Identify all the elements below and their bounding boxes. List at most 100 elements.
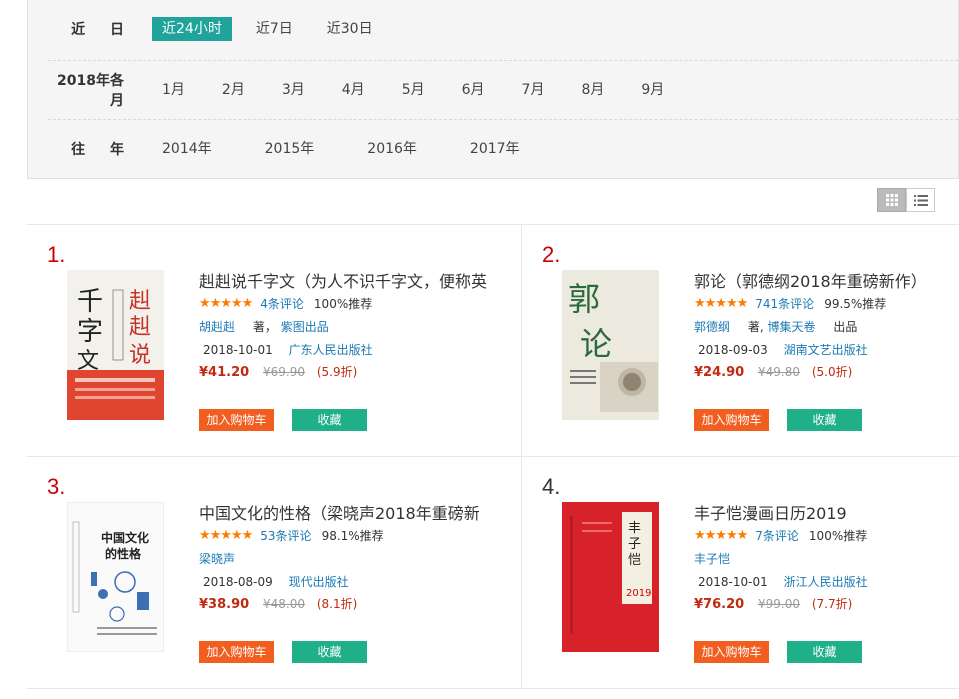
view-toggle — [877, 188, 935, 212]
author-link[interactable]: 丰子恺 — [694, 552, 730, 566]
book-cover-image[interactable]: 郭 论 — [562, 270, 659, 420]
publisher-link[interactable]: 浙江人民出版社 — [784, 575, 868, 589]
add-to-cart-button[interactable]: 加入购物车 — [199, 641, 274, 663]
add-to-cart-button[interactable]: 加入购物车 — [694, 409, 769, 431]
author-link[interactable]: 梁晓声 — [199, 552, 235, 566]
original-price: ¥99.00 — [758, 597, 800, 611]
price-row: ¥38.90 ¥48.00 (8.1折) — [199, 595, 357, 612]
rank-number: 3. — [47, 474, 66, 499]
svg-text:恺: 恺 — [628, 553, 641, 568]
publish-date: 2018-08-09 — [203, 575, 273, 589]
svg-text:的性格: 的性格 — [105, 546, 142, 561]
favorite-button[interactable]: 收藏 — [292, 641, 367, 663]
recommend-rate: 99.5%推荐 — [824, 297, 887, 311]
discount: (5.0折) — [811, 365, 853, 379]
filter-label-months: 2018年各月 — [57, 72, 124, 109]
filter-option-month-9[interactable]: 9月 — [631, 78, 664, 102]
original-price: ¥69.90 — [263, 365, 305, 379]
publisher-link[interactable]: 湖南文艺出版社 — [784, 343, 868, 357]
rating-row: ★★★★★ 4条评论 100%推荐 — [199, 295, 372, 312]
author-row: 郭德纲 著, 博集天卷 出品 — [694, 318, 857, 335]
book-title[interactable]: 丰子恺漫画日历2019 — [694, 500, 959, 524]
producer-link[interactable]: 博集天卷 — [768, 320, 816, 334]
filter-row-months: 2018年各月 1月 2月 3月 4月 5月 6月 7月 8月 9月 — [48, 60, 958, 118]
current-price: ¥41.20 — [199, 365, 250, 380]
author-suffix: 著, — [747, 320, 764, 334]
book-cover-image[interactable]: 千 字 文 赳 赳 说 — [67, 270, 164, 420]
book-title[interactable]: 中国文化的性格（梁晓声2018年重磅新 — [199, 500, 499, 524]
book-cover-image[interactable]: 中国文化 的性格 — [67, 502, 164, 652]
publish-row: 2018-10-01 广东人民出版社 — [203, 341, 373, 358]
add-to-cart-button[interactable]: 加入购物车 — [199, 409, 274, 431]
star-rating-icon: ★★★★★ — [694, 296, 748, 311]
filter-option-month-5[interactable]: 5月 — [392, 78, 425, 102]
book-title[interactable]: 赳赳说千字文（为人不识千字文，便称英 — [199, 268, 499, 292]
recommend-rate: 100%推荐 — [313, 297, 373, 311]
review-count-link[interactable]: 741条评论 — [755, 295, 814, 312]
star-rating-icon: ★★★★★ — [199, 528, 253, 543]
list-view-button[interactable] — [906, 188, 935, 212]
svg-text:赳: 赳 — [129, 289, 151, 314]
filter-option-month-3[interactable]: 3月 — [272, 78, 305, 102]
svg-text:2019: 2019 — [626, 588, 651, 599]
discount: (5.9折) — [316, 365, 358, 379]
review-count-link[interactable]: 4条评论 — [260, 295, 304, 312]
publisher-link[interactable]: 现代出版社 — [289, 575, 349, 589]
current-price: ¥38.90 — [199, 597, 250, 612]
filter-option-24h[interactable]: 近24小时 — [152, 17, 232, 41]
review-count-link[interactable]: 53条评论 — [260, 527, 311, 544]
filter-option-month-6[interactable]: 6月 — [452, 78, 485, 102]
favorite-button[interactable]: 收藏 — [787, 409, 862, 431]
filter-option-2016[interactable]: 2016年 — [357, 137, 417, 161]
publisher-link[interactable]: 广东人民出版社 — [289, 343, 373, 357]
filter-option-month-7[interactable]: 7月 — [512, 78, 545, 102]
author-link[interactable]: 郭德纲 — [694, 320, 730, 334]
filter-option-7d[interactable]: 近7日 — [246, 17, 303, 41]
filter-panel: 近 日 近24小时 近7日 近30日 2018年各月 1月 2月 3月 4月 5… — [27, 0, 959, 179]
filter-option-month-1[interactable]: 1月 — [152, 78, 185, 102]
current-price: ¥24.90 — [694, 365, 745, 380]
filter-option-month-4[interactable]: 4月 — [332, 78, 365, 102]
svg-text:丰: 丰 — [628, 521, 641, 536]
book-title[interactable]: 郭论（郭德纲2018年重磅新作） — [694, 268, 959, 292]
price-row: ¥24.90 ¥49.80 (5.0折) — [694, 363, 852, 380]
grid-view-button[interactable] — [877, 188, 906, 212]
book-card: 1. 千 字 文 赳 赳 说 赳赳说千字文（为人不识千字文，便称英 ★★★★★ … — [27, 225, 522, 457]
svg-text:文: 文 — [77, 349, 99, 374]
favorite-button[interactable]: 收藏 — [787, 641, 862, 663]
publish-date: 2018-09-03 — [698, 343, 768, 357]
author-row: 梁晓声 — [199, 550, 235, 567]
publish-row: 2018-10-01 浙江人民出版社 — [698, 573, 868, 590]
price-row: ¥76.20 ¥99.00 (7.7折) — [694, 595, 852, 612]
rank-number: 4. — [542, 474, 561, 499]
svg-text:子: 子 — [628, 537, 641, 552]
book-card: 2. 郭 论 郭论（郭德纲2018年重磅新作） ★★★★★ 741条评论 99.… — [522, 225, 959, 457]
svg-text:千: 千 — [77, 287, 103, 317]
book-cover-image[interactable]: 丰 子 恺 2019 — [562, 502, 659, 652]
svg-text:郭: 郭 — [568, 280, 600, 318]
filter-option-month-8[interactable]: 8月 — [571, 78, 604, 102]
price-row: ¥41.20 ¥69.90 (5.9折) — [199, 363, 357, 380]
author-row: 丰子恺 — [694, 550, 730, 567]
svg-text:论: 论 — [580, 325, 612, 363]
favorite-button[interactable]: 收藏 — [292, 409, 367, 431]
recommend-rate: 100%推荐 — [808, 529, 868, 543]
publish-row: 2018-09-03 湖南文艺出版社 — [698, 341, 868, 358]
grid-icon — [885, 194, 898, 206]
author-suffix: 著， — [252, 320, 277, 334]
producer-link[interactable]: 紫图出品 — [281, 320, 329, 334]
rating-row: ★★★★★ 7条评论 100%推荐 — [694, 527, 867, 544]
filter-option-2017[interactable]: 2017年 — [460, 137, 520, 161]
review-count-link[interactable]: 7条评论 — [755, 527, 799, 544]
filter-option-30d[interactable]: 近30日 — [317, 17, 383, 41]
filter-option-2015[interactable]: 2015年 — [255, 137, 315, 161]
author-link[interactable]: 胡赳赳 — [199, 320, 235, 334]
recommend-rate: 98.1%推荐 — [321, 529, 384, 543]
original-price: ¥49.80 — [758, 365, 800, 379]
list-icon — [913, 194, 928, 206]
filter-option-month-2[interactable]: 2月 — [212, 78, 245, 102]
book-card: 3. 中国文化 的性格 中国文化的性格（梁晓声2018年重磅新 ★★★★★ 53… — [27, 457, 522, 689]
filter-option-2014[interactable]: 2014年 — [152, 137, 212, 161]
publish-date: 2018-10-01 — [203, 343, 273, 357]
add-to-cart-button[interactable]: 加入购物车 — [694, 641, 769, 663]
